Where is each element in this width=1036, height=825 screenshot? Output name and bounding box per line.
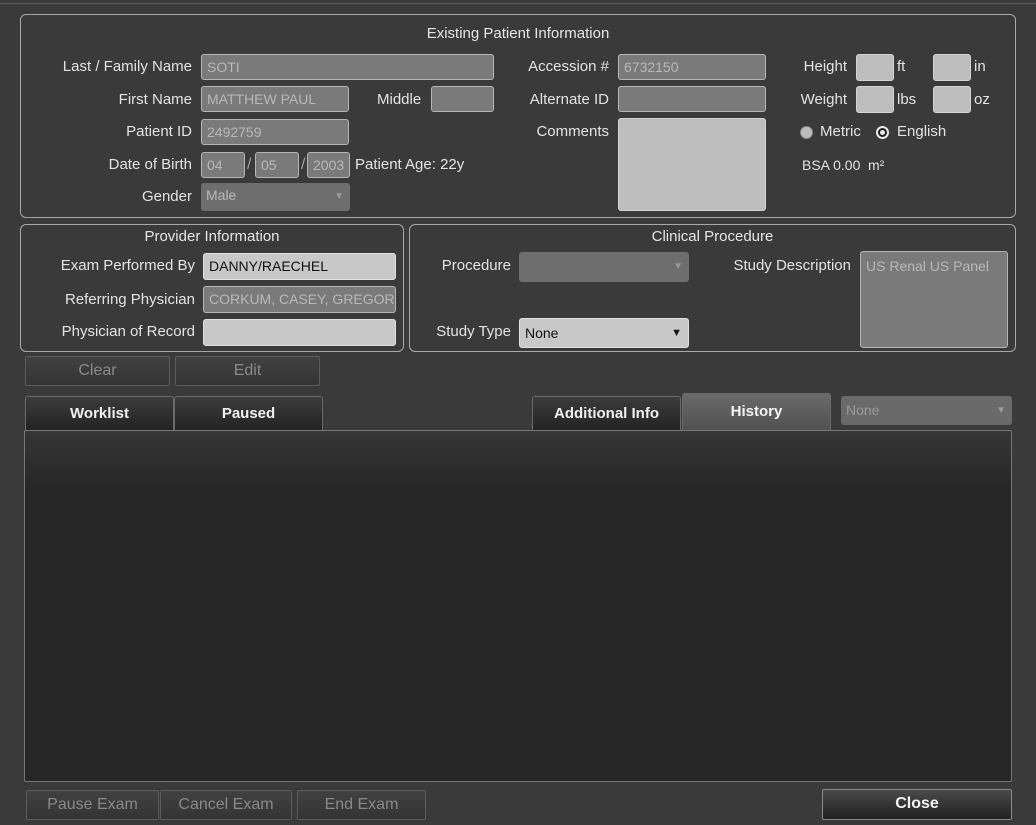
accession-label: Accession # xyxy=(528,58,609,75)
tab-paused[interactable]: Paused xyxy=(174,396,323,431)
dob-day-field[interactable]: 05 xyxy=(255,152,299,178)
edit-button[interactable]: Edit xyxy=(175,356,320,386)
history-content-area xyxy=(24,430,1012,782)
referring-physician-label: Referring Physician xyxy=(64,291,195,308)
tab-worklist[interactable]: Worklist xyxy=(25,396,174,431)
study-description-field[interactable]: US Renal US Panel xyxy=(860,251,1008,348)
exam-performed-by-label: Exam Performed By xyxy=(60,257,195,274)
first-name-field[interactable]: MATTHEW PAUL xyxy=(201,86,349,112)
accession-field[interactable]: 6732150 xyxy=(618,54,766,80)
gender-dropdown[interactable]: Male ▼ xyxy=(201,183,350,211)
chevron-down-icon: ▼ xyxy=(996,405,1006,416)
tab-additional-info[interactable]: Additional Info xyxy=(532,396,681,431)
comments-field[interactable] xyxy=(618,118,766,211)
history-filter-value: None xyxy=(846,402,880,418)
alternate-id-label: Alternate ID xyxy=(529,91,609,108)
physician-of-record-label: Physician of Record xyxy=(61,323,195,340)
top-divider xyxy=(0,3,1036,4)
comments-label: Comments xyxy=(536,123,609,140)
height-in-unit: in xyxy=(974,58,986,75)
dob-year-field[interactable]: 2003 xyxy=(307,152,350,178)
pause-exam-button[interactable]: Pause Exam xyxy=(26,790,159,820)
physician-of-record-field[interactable] xyxy=(203,319,396,346)
metric-label[interactable]: Metric xyxy=(820,122,861,142)
clear-button[interactable]: Clear xyxy=(25,356,170,386)
study-type-dropdown[interactable]: None ▼ xyxy=(519,318,689,348)
patient-info-title: Existing Patient Information xyxy=(426,25,610,42)
first-name-label: First Name xyxy=(118,91,192,108)
english-label[interactable]: English xyxy=(897,122,946,142)
referring-physician-field[interactable]: CORKUM, CASEY, GREGOR xyxy=(203,286,396,313)
gender-value: Male xyxy=(206,187,237,203)
chevron-down-icon: ▼ xyxy=(673,261,683,272)
bsa-unit: m² xyxy=(868,157,885,173)
height-label: Height xyxy=(803,58,847,75)
weight-lbs-field[interactable] xyxy=(856,86,894,113)
provider-info-title: Provider Information xyxy=(144,228,280,245)
weight-oz-unit: oz xyxy=(974,91,990,108)
close-button[interactable]: Close xyxy=(822,789,1012,820)
end-exam-button[interactable]: End Exam xyxy=(297,790,426,820)
gender-label: Gender xyxy=(141,188,192,205)
middle-name-label: Middle xyxy=(377,91,422,108)
metric-radio[interactable] xyxy=(800,126,813,139)
history-filter-dropdown[interactable]: None ▼ xyxy=(841,396,1012,425)
cancel-exam-button[interactable]: Cancel Exam xyxy=(160,790,292,820)
dob-month-field[interactable]: 04 xyxy=(201,152,245,178)
chevron-down-icon: ▼ xyxy=(671,327,682,339)
procedure-dropdown[interactable]: ▼ xyxy=(519,252,689,282)
patient-id-field[interactable]: 2492759 xyxy=(201,119,349,145)
bsa-value: BSA 0.00 xyxy=(802,157,861,173)
weight-lbs-unit: lbs xyxy=(897,91,917,108)
chevron-down-icon: ▼ xyxy=(334,191,344,202)
dob-separator: / xyxy=(247,156,252,173)
study-description-label: Study Description xyxy=(733,257,851,274)
exam-performed-by-field[interactable]: DANNY/RAECHEL xyxy=(203,253,396,280)
study-type-value: None xyxy=(525,325,559,341)
last-name-label: Last / Family Name xyxy=(62,58,192,75)
height-in-field[interactable] xyxy=(933,54,971,81)
weight-oz-field[interactable] xyxy=(933,86,971,113)
patient-age: Patient Age: 22y xyxy=(355,156,465,173)
study-type-label: Study Type xyxy=(436,323,511,340)
patient-id-label: Patient ID xyxy=(126,123,192,140)
clinical-procedure-title: Clinical Procedure xyxy=(651,228,774,245)
alternate-id-field[interactable] xyxy=(618,86,766,112)
weight-label: Weight xyxy=(800,91,847,108)
tab-history[interactable]: History xyxy=(682,393,831,431)
dob-label: Date of Birth xyxy=(108,156,192,173)
last-name-field[interactable]: SOTI xyxy=(201,54,494,80)
english-radio[interactable] xyxy=(876,126,889,139)
dob-separator: / xyxy=(301,156,306,173)
procedure-label: Procedure xyxy=(441,257,511,274)
height-ft-field[interactable] xyxy=(856,54,894,81)
height-ft-unit: ft xyxy=(897,58,906,75)
